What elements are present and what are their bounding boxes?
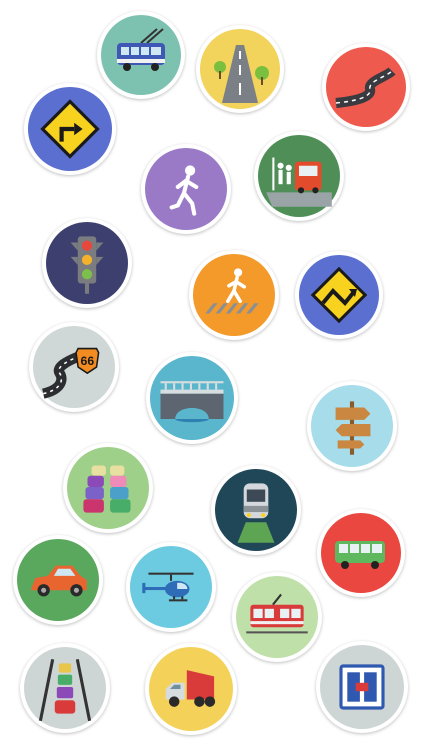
traffic-jam-badge[interactable]	[63, 443, 153, 533]
helicopter-badge[interactable]	[126, 542, 216, 632]
tram-icon	[236, 576, 318, 658]
crosswalk-icon	[193, 254, 275, 336]
signpost-icon	[311, 385, 393, 467]
truck-icon	[149, 647, 233, 731]
helicopter-icon	[130, 546, 212, 628]
parking-sign-badge[interactable]	[316, 641, 408, 733]
pedestrian-badge[interactable]	[141, 144, 231, 234]
straight-road-badge[interactable]	[196, 25, 284, 113]
bus-stop-icon	[258, 135, 340, 217]
pedestrian-icon	[145, 148, 227, 230]
train-badge[interactable]	[211, 465, 301, 555]
truck-badge[interactable]	[145, 643, 237, 735]
car-badge[interactable]	[13, 535, 103, 625]
signpost-badge[interactable]	[307, 381, 397, 471]
traffic-jam-icon	[67, 447, 149, 529]
svg-text:66: 66	[80, 354, 94, 368]
tram-badge[interactable]	[232, 572, 322, 662]
car-icon	[17, 539, 99, 621]
traffic-light-icon	[46, 222, 128, 304]
train-icon	[215, 469, 297, 551]
parking-sign-icon	[320, 645, 404, 729]
winding-road-badge[interactable]	[322, 43, 410, 131]
bus-badge[interactable]	[317, 509, 405, 597]
curvy-road-sign-icon	[299, 255, 379, 335]
straight-road-icon	[200, 29, 280, 109]
bus-icon	[321, 513, 401, 593]
trolleybus-icon	[101, 15, 181, 95]
bus-stop-badge[interactable]	[254, 131, 344, 221]
route-66-icon: 66	[33, 326, 115, 408]
curvy-road-sign-badge[interactable]	[295, 251, 383, 339]
highway-traffic-icon	[24, 647, 106, 729]
winding-road-icon	[326, 47, 406, 127]
bridge-badge[interactable]	[146, 352, 238, 444]
bridge-icon	[150, 356, 234, 440]
trolleybus-badge[interactable]	[97, 11, 185, 99]
highway-traffic-badge[interactable]	[20, 643, 110, 733]
crosswalk-badge[interactable]	[189, 250, 279, 340]
turn-right-sign-badge[interactable]	[24, 83, 116, 175]
route-66-badge[interactable]: 66	[29, 322, 119, 412]
traffic-light-badge[interactable]	[42, 218, 132, 308]
turn-right-sign-icon	[28, 87, 112, 171]
